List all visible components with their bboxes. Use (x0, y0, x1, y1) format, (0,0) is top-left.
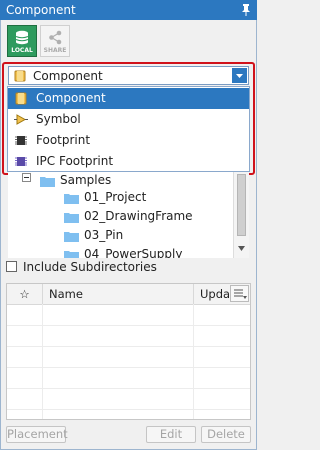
tree-item-label: 01_Project (84, 190, 147, 204)
include-subdirectories-label: Include Subdirectories (23, 260, 157, 274)
folder-tree[interactable]: Samples 01_Project 02_DrawingFrame 03_Pi… (8, 172, 233, 258)
tree-item-label: 03_Pin (84, 228, 124, 242)
include-subdirectories-checkbox[interactable] (6, 261, 17, 272)
folder-icon (64, 251, 79, 258)
panel-title: Component (6, 3, 76, 17)
scrollbar-thumb[interactable] (237, 174, 246, 236)
column-menu-icon[interactable] (230, 285, 249, 302)
local-button-label: LOCAL (11, 47, 33, 54)
folder-icon (64, 232, 79, 242)
grid-divider (7, 367, 250, 368)
tree-item-label: 02_DrawingFrame (84, 209, 193, 223)
folder-icon (40, 177, 55, 187)
folder-icon (64, 194, 79, 204)
tree-item-label: 04_PowerSupply (84, 247, 183, 258)
pin-icon[interactable] (241, 3, 251, 16)
folder-icon (64, 213, 79, 223)
component-grid[interactable]: ☆ Name Updat (6, 283, 251, 420)
updated-column-header[interactable]: Updat (194, 284, 230, 304)
grid-divider (7, 409, 250, 410)
tree-item-label: Samples (60, 173, 112, 187)
tree-scrollbar[interactable] (233, 172, 249, 258)
grid-divider (42, 304, 43, 419)
grid-divider (7, 325, 250, 326)
local-button[interactable]: LOCAL (7, 25, 37, 57)
delete-button[interactable]: Delete (201, 426, 251, 443)
share-button[interactable]: SHARE (40, 25, 70, 57)
chevron-down-icon[interactable] (237, 244, 246, 253)
grid-divider (193, 304, 194, 419)
grid-divider (7, 346, 250, 347)
share-icon (49, 30, 62, 45)
placement-button[interactable]: Placement (6, 426, 68, 443)
share-button-label: SHARE (43, 47, 67, 54)
edit-button[interactable]: Edit (146, 426, 196, 443)
database-icon (15, 30, 29, 45)
panel-title-bar: Component (0, 0, 257, 20)
highlight-frame (2, 62, 255, 175)
name-column-header[interactable]: Name (43, 284, 194, 304)
collapse-icon[interactable] (22, 173, 31, 182)
favorite-column-header[interactable]: ☆ (7, 284, 43, 304)
grid-header: ☆ Name Updat (7, 284, 250, 305)
grid-divider (7, 388, 250, 389)
